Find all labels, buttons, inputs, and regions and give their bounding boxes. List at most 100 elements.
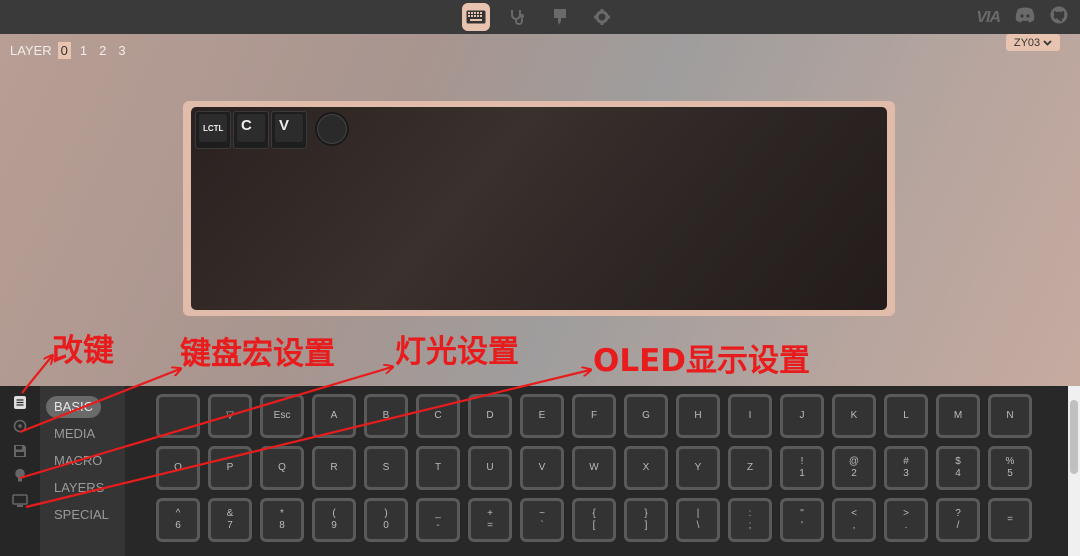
keycode-button[interactable]: ~ ` xyxy=(520,498,564,542)
keycode-button[interactable]: S xyxy=(364,446,408,490)
monitor-icon xyxy=(12,493,28,513)
keycode-button[interactable]: I xyxy=(728,394,772,438)
keycode-button[interactable]: ▽ xyxy=(208,394,252,438)
category-media[interactable]: MEDIA xyxy=(46,423,103,445)
keycode-button[interactable]: U xyxy=(468,446,512,490)
keycode-button[interactable]: O xyxy=(156,446,200,490)
keycode-button[interactable]: % 5 xyxy=(988,446,1032,490)
design-tab[interactable] xyxy=(546,3,574,31)
key-c-legend: C xyxy=(237,114,265,142)
key-lctl[interactable]: LCTL xyxy=(195,111,231,149)
keycode-button[interactable]: T xyxy=(416,446,460,490)
keycode-button[interactable] xyxy=(156,394,200,438)
keycode-button[interactable]: }] xyxy=(624,498,668,542)
keycode-label: ( xyxy=(332,508,336,519)
keycode-button[interactable]: _ - xyxy=(416,498,460,542)
keycode-button[interactable]: (9 xyxy=(312,498,356,542)
keycode-button[interactable]: K xyxy=(832,394,876,438)
keycode-button[interactable]: M xyxy=(936,394,980,438)
keycode-label: W xyxy=(589,462,599,473)
keycode-label: R xyxy=(330,462,338,473)
scrollbar-thumb[interactable] xyxy=(1070,400,1078,474)
macro-menu-item[interactable] xyxy=(11,419,29,437)
keycode-label: C xyxy=(434,410,442,421)
keycode-button[interactable]: D xyxy=(468,394,512,438)
category-basic[interactable]: BASIC xyxy=(46,396,102,418)
keycode-button[interactable]: ? / xyxy=(936,498,980,542)
keycode-button[interactable]: Z xyxy=(728,446,772,490)
keycode-button[interactable]: A xyxy=(312,394,356,438)
keycode-button[interactable]: >. xyxy=(884,498,928,542)
keycode-button[interactable]: = xyxy=(988,498,1032,542)
keycode-button[interactable]: #3 xyxy=(884,446,928,490)
layer-3-button[interactable]: 3 xyxy=(115,42,128,59)
keycode-button[interactable]: | \ xyxy=(676,498,720,542)
layer-0-button[interactable]: 0 xyxy=(57,42,71,59)
panel-scrollbar[interactable] xyxy=(1068,386,1080,556)
keycode-button[interactable]: Q xyxy=(260,446,304,490)
keycode-button[interactable]: G xyxy=(624,394,668,438)
category-macro[interactable]: MACRO xyxy=(46,450,110,472)
test-tab[interactable] xyxy=(504,3,532,31)
keycode-button[interactable]: L xyxy=(884,394,928,438)
discord-icon[interactable] xyxy=(1014,7,1036,28)
remap-menu-item[interactable] xyxy=(11,396,29,414)
key-v[interactable]: V xyxy=(271,111,307,149)
keycode-button[interactable]: X xyxy=(624,446,668,490)
keycode-label: { xyxy=(592,508,596,519)
top-bar: VIA xyxy=(0,0,1080,34)
display-menu-item[interactable] xyxy=(11,493,29,513)
keyboard-select-value: ZY03 xyxy=(1013,36,1041,49)
keycode-shift-label: 9 xyxy=(331,520,337,531)
keycode-button[interactable]: * 8 xyxy=(260,498,304,542)
keycode-label: Esc xyxy=(273,410,291,421)
keycode-button[interactable]: B xyxy=(364,394,408,438)
keycode-button[interactable]: R xyxy=(312,446,356,490)
settings-tab[interactable] xyxy=(588,3,616,31)
keycode-button[interactable]: E xyxy=(520,394,564,438)
category-layers[interactable]: LAYERS xyxy=(46,477,112,499)
keycode-label: " xyxy=(800,508,804,519)
keycode-button[interactable]: F xyxy=(572,394,616,438)
keycode-button[interactable]: @2 xyxy=(832,446,876,490)
github-icon[interactable] xyxy=(1050,6,1068,29)
keycode-button[interactable]: <, xyxy=(832,498,876,542)
layer-2-button[interactable]: 2 xyxy=(96,42,109,59)
keycode-shift-label: 6 xyxy=(175,520,181,531)
keycode-button[interactable]: W xyxy=(572,446,616,490)
keycode-button[interactable]: :; xyxy=(728,498,772,542)
keycode-label: Q xyxy=(278,462,286,473)
keycode-button[interactable]: ) 0 xyxy=(364,498,408,542)
keycode-panel: BASIC MEDIA MACRO LAYERS SPECIAL ▽ Esc A B C… xyxy=(0,386,1080,556)
keycode-label: H xyxy=(694,410,702,421)
key-c[interactable]: C xyxy=(233,111,269,149)
keycode-button[interactable]: V xyxy=(520,446,564,490)
category-special[interactable]: SPECIAL xyxy=(46,504,117,526)
keycode-button[interactable]: {[ xyxy=(572,498,616,542)
keycode-button[interactable]: $4 xyxy=(936,446,980,490)
configure-tab[interactable] xyxy=(462,3,490,31)
save-load-menu-item[interactable] xyxy=(11,444,29,462)
keycode-button[interactable]: N xyxy=(988,394,1032,438)
keycode-button[interactable]: + = xyxy=(468,498,512,542)
keycode-label: N xyxy=(1006,410,1014,421)
layer-1-button[interactable]: 1 xyxy=(77,42,90,59)
keyboard-select[interactable]: ZY03 xyxy=(1006,34,1060,51)
keycode-button[interactable]: ! 1 xyxy=(780,446,824,490)
keycode-shift-label: 7 xyxy=(227,520,233,531)
keycode-button[interactable]: Esc xyxy=(260,394,304,438)
keycode-button[interactable]: P xyxy=(208,446,252,490)
keycode-button[interactable]: Y xyxy=(676,446,720,490)
keycode-button[interactable]: H xyxy=(676,394,720,438)
rotary-knob[interactable] xyxy=(315,112,349,146)
keycode-button[interactable]: & 7 xyxy=(208,498,252,542)
gear-icon xyxy=(593,8,611,26)
keycode-button[interactable]: C xyxy=(416,394,460,438)
annotation-oled: OLED显示设置 xyxy=(593,343,811,379)
via-logo[interactable]: VIA xyxy=(976,9,1001,27)
keycode-button[interactable]: " ' xyxy=(780,498,824,542)
keycode-label: M xyxy=(953,410,963,421)
keycode-button[interactable]: ^ 6 xyxy=(156,498,200,542)
lighting-menu-item[interactable] xyxy=(11,468,29,487)
keycode-button[interactable]: J xyxy=(780,394,824,438)
